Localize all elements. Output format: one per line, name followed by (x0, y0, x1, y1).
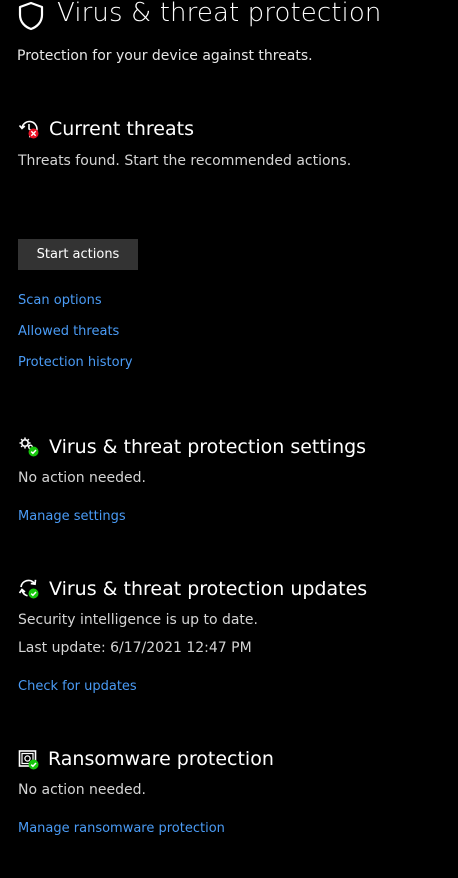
settings-title: Virus & threat protection settings (49, 436, 367, 458)
ransomware-folder-check-icon (18, 750, 39, 770)
protection-history-link[interactable]: Protection history (18, 355, 133, 370)
manage-settings-link[interactable]: Manage settings (18, 509, 126, 524)
refresh-check-icon (18, 579, 39, 599)
threat-alert-icon (18, 120, 39, 139)
page-title: Virus & threat protection (57, 0, 382, 28)
settings-gears-check-icon (19, 437, 39, 457)
updates-title: Virus & threat protection updates (49, 578, 368, 600)
allowed-threats-link[interactable]: Allowed threats (18, 324, 119, 339)
ransomware-title: Ransomware protection (48, 748, 274, 770)
ransomware-status: No action needed. (18, 782, 146, 798)
manage-ransomware-protection-link[interactable]: Manage ransomware protection (18, 821, 225, 836)
shield-icon (18, 1, 44, 31)
page-subtitle: Protection for your device against threa… (17, 48, 313, 64)
virus-threat-protection-page: Virus & threat protection Protection for… (0, 0, 458, 878)
updates-status: Security intelligence is up to date. (18, 612, 258, 628)
start-actions-button[interactable]: Start actions (18, 239, 138, 270)
current-threats-title: Current threats (49, 118, 194, 140)
check-for-updates-link[interactable]: Check for updates (18, 679, 137, 694)
current-threats-status: Threats found. Start the recommended act… (18, 153, 352, 169)
last-update-text: Last update: 6/17/2021 12:47 PM (18, 640, 252, 656)
settings-status: No action needed. (18, 470, 146, 486)
scan-options-link[interactable]: Scan options (18, 293, 102, 308)
